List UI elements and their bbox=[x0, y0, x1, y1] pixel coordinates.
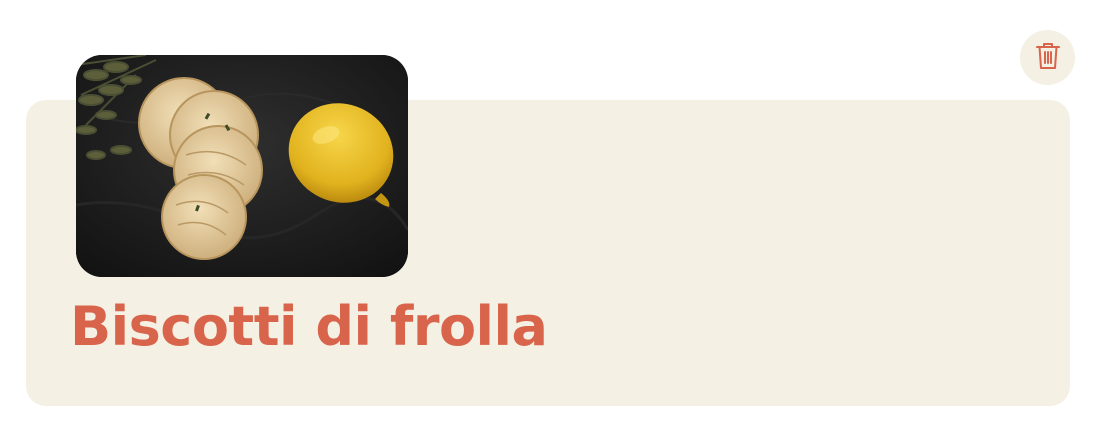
recipe-title: Biscotti di frolla bbox=[70, 295, 548, 358]
delete-button[interactable] bbox=[1020, 30, 1075, 85]
trash-icon bbox=[1035, 41, 1061, 75]
recipe-photo bbox=[76, 55, 408, 277]
recipe-page: Biscotti di frolla bbox=[0, 0, 1095, 435]
